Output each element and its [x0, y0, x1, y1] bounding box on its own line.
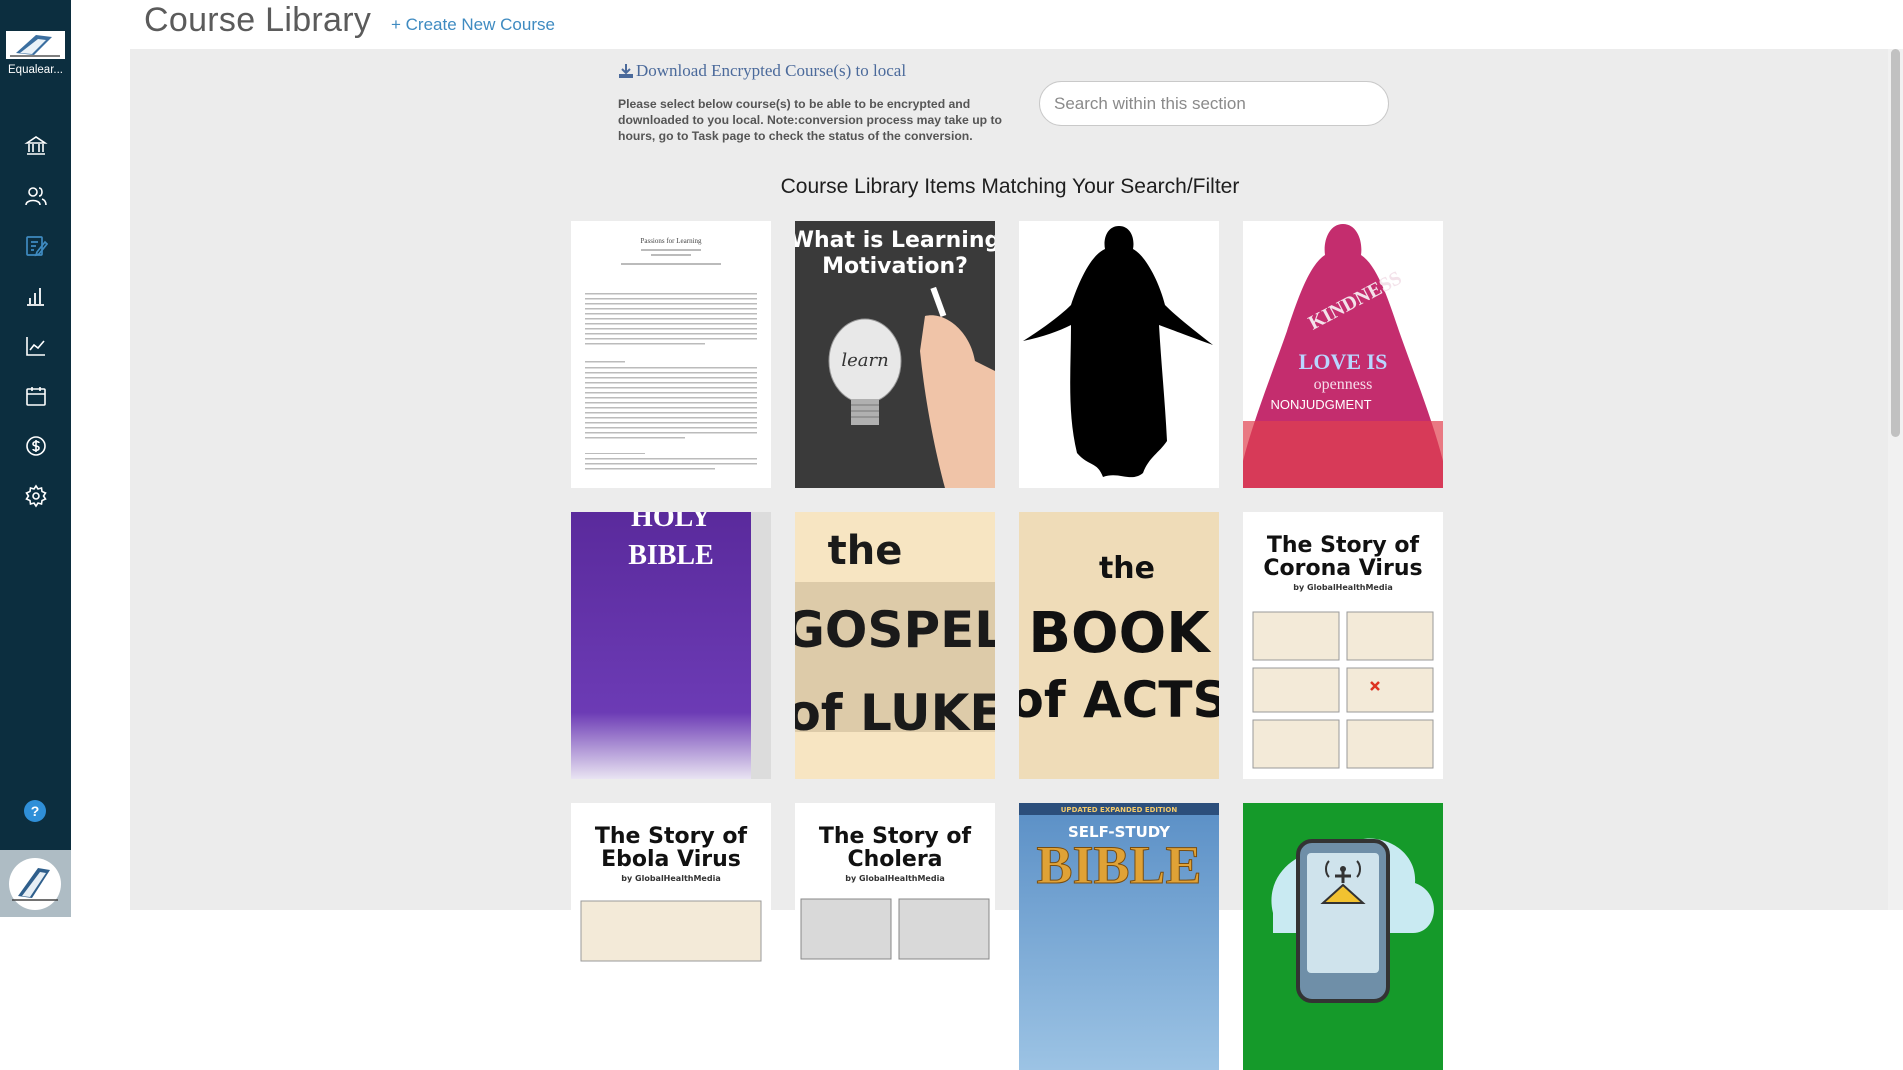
create-new-course-link[interactable]: + Create New Course: [391, 15, 555, 35]
svg-text:HOLY: HOLY: [631, 512, 711, 533]
course-cover-gospel-luke: the GOSPEL of LUKE: [795, 512, 995, 779]
download-encrypted-link[interactable]: Download Encrypted Course(s) to local: [618, 61, 906, 81]
course-cover-corona-virus: The Story of Corona Virus by GlobalHealt…: [1243, 512, 1443, 779]
calendar-icon[interactable]: [16, 378, 56, 414]
course-card[interactable]: [1019, 221, 1219, 488]
scrollbar-thumb[interactable]: [1891, 49, 1900, 437]
course-card[interactable]: Passions for Learning: [571, 221, 771, 488]
svg-text:by GlobalHealthMedia: by GlobalHealthMedia: [1293, 583, 1392, 592]
course-cover-silhouette: [1019, 221, 1219, 488]
section-heading: Course Library Items Matching Your Searc…: [780, 175, 1240, 198]
course-card[interactable]: What is Learning Motivation? learn: [795, 221, 995, 488]
page-title: Course Library: [144, 1, 372, 39]
svg-text:openness: openness: [1314, 376, 1373, 393]
svg-text:The Story of: The Story of: [1267, 533, 1420, 558]
settings-icon[interactable]: [16, 478, 56, 514]
svg-text:BOOK: BOOK: [1028, 601, 1212, 666]
svg-text:LOVE IS: LOVE IS: [1299, 349, 1388, 374]
cover-title: Passions for Learning: [640, 237, 702, 245]
course-card[interactable]: The Story of Corona Virus by GlobalHealt…: [1243, 512, 1443, 779]
svg-text:BIBLE: BIBLE: [1036, 835, 1201, 895]
course-cover-self-study-bible: UPDATED EXPANDED EDITION SELF-STUDY BIBL…: [1019, 803, 1219, 1070]
course-cover-motivation: What is Learning Motivation? learn: [795, 221, 995, 488]
svg-text:of ACTS: of ACTS: [1019, 671, 1219, 729]
line-chart-icon[interactable]: [16, 328, 56, 364]
svg-text:by GlobalHealthMedia: by GlobalHealthMedia: [845, 874, 944, 883]
search-input[interactable]: [1039, 81, 1389, 126]
svg-text:GOSPEL: GOSPEL: [795, 601, 995, 659]
svg-text:The Story of: The Story of: [595, 824, 748, 849]
course-cover-document: Passions for Learning: [571, 221, 771, 488]
svg-text:The Story of: The Story of: [819, 824, 972, 849]
svg-text:the: the: [828, 528, 903, 574]
help-icon[interactable]: ?: [24, 800, 46, 822]
course-cover-cholera: The Story of Cholera by GlobalHealthMedi…: [795, 803, 995, 1070]
course-card[interactable]: UPDATED EXPANDED EDITION SELF-STUDY BIBL…: [1019, 803, 1219, 1070]
course-cover-church-app: [1243, 803, 1443, 1070]
svg-text:of LUKE: of LUKE: [795, 684, 995, 742]
svg-text:Corona Virus: Corona Virus: [1263, 556, 1422, 581]
institution-icon[interactable]: [16, 128, 56, 164]
course-card[interactable]: [1243, 803, 1443, 1070]
app-name[interactable]: Equalear...: [0, 64, 71, 76]
courses-icon[interactable]: [16, 228, 56, 264]
avatar[interactable]: [0, 850, 71, 917]
app-logo[interactable]: [6, 31, 65, 59]
svg-text:Motivation?: Motivation?: [822, 254, 968, 279]
svg-text:Ebola Virus: Ebola Virus: [601, 847, 741, 872]
course-card[interactable]: The Story of Cholera by GlobalHealthMedi…: [795, 803, 995, 1070]
svg-text:Cholera: Cholera: [847, 847, 942, 872]
svg-text:NONJUDGMENT: NONJUDGMENT: [1270, 397, 1371, 412]
svg-text:by GlobalHealthMedia: by GlobalHealthMedia: [621, 874, 720, 883]
svg-text:the: the: [1099, 551, 1155, 586]
svg-text:BIBLE: BIBLE: [628, 540, 714, 571]
svg-text:What is Learning: What is Learning: [795, 228, 995, 253]
course-card[interactable]: the GOSPEL of LUKE: [795, 512, 995, 779]
course-cover-book-of-acts: the BOOK of ACTS: [1019, 512, 1219, 779]
course-cover-ebola-virus: The Story of Ebola Virus by GlobalHealth…: [571, 803, 771, 1070]
svg-text:UPDATED EXPANDED EDITION: UPDATED EXPANDED EDITION: [1061, 806, 1178, 814]
global-nav-sidebar: Equalear... ?: [0, 0, 71, 917]
course-card[interactable]: KINDNESS LOVE IS openness NONJUDGMENT: [1243, 221, 1443, 488]
dollar-icon[interactable]: [16, 428, 56, 464]
course-card[interactable]: The Story of Ebola Virus by GlobalHealth…: [571, 803, 771, 1070]
course-card[interactable]: the BOOK of ACTS: [1019, 512, 1219, 779]
course-cover-love-is: KINDNESS LOVE IS openness NONJUDGMENT: [1243, 221, 1443, 488]
download-instructions: Please select below course(s) to be able…: [618, 97, 1002, 143]
course-card[interactable]: HOLY BIBLE: [571, 512, 771, 779]
bar-chart-icon[interactable]: [16, 278, 56, 314]
svg-text:learn: learn: [841, 350, 888, 371]
course-cover-holy-bible: HOLY BIBLE: [571, 512, 771, 779]
download-icon: [619, 64, 633, 78]
download-link-label: Download Encrypted Course(s) to local: [636, 61, 907, 80]
